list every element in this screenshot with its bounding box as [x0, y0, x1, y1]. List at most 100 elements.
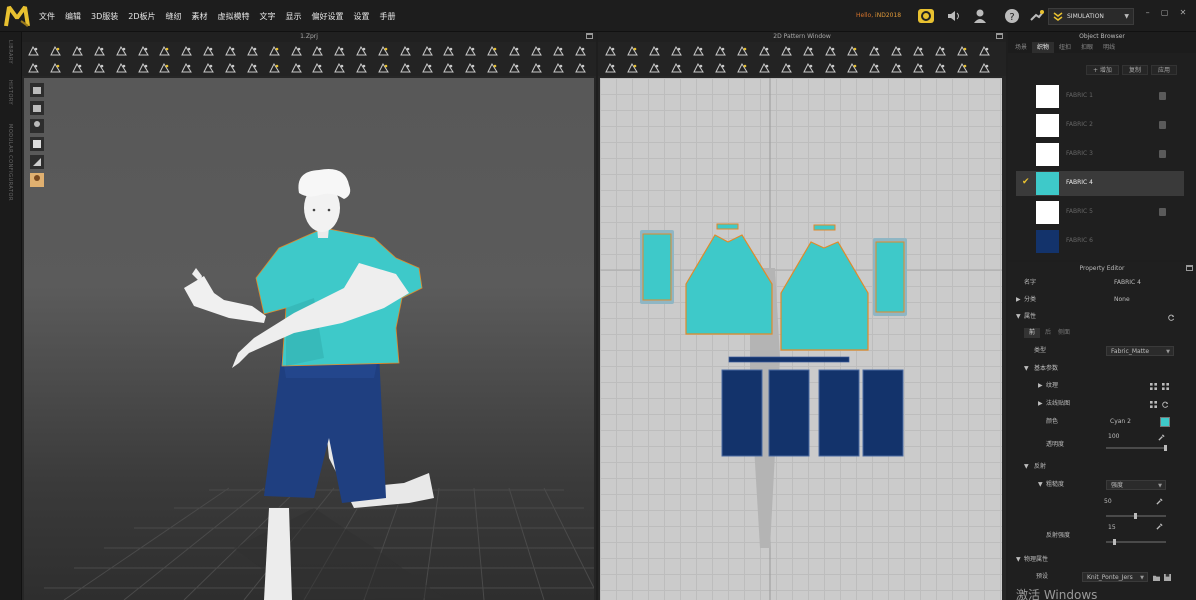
2d-tool-icon[interactable] — [978, 62, 990, 73]
2d-tool-icon[interactable] — [626, 45, 638, 56]
3d-tool-icon[interactable] — [159, 45, 171, 56]
fabric-row[interactable]: FABRIC 5 — [1016, 200, 1184, 225]
2d-tool-icon[interactable] — [978, 45, 990, 56]
3d-tool-icon[interactable] — [181, 45, 193, 56]
reflect-strength-value[interactable]: 15 — [1108, 521, 1116, 535]
name-value[interactable]: FABRIC 4 — [1114, 276, 1141, 290]
menu-item-3[interactable]: 2D板片 — [123, 11, 160, 22]
3d-tool-icon[interactable] — [378, 45, 390, 56]
fabric-row[interactable]: FABRIC 1 — [1016, 84, 1184, 109]
3d-tool-icon[interactable] — [225, 45, 237, 56]
3d-tool-icon[interactable] — [356, 62, 368, 73]
fabric-swatch[interactable] — [1036, 143, 1059, 166]
2d-tool-icon[interactable] — [824, 45, 836, 56]
fabric-swatch[interactable] — [1036, 85, 1059, 108]
type-select[interactable]: Fabric_Matte ▼ — [1106, 346, 1174, 356]
opacity-slider-knob[interactable] — [1164, 445, 1167, 451]
fabric-swatch[interactable] — [1036, 230, 1059, 253]
2d-tool-icon[interactable] — [604, 62, 616, 73]
menu-item-8[interactable]: 显示 — [281, 11, 307, 22]
sidebar-tab-modular[interactable]: MODULAR CONFIGURATOR — [7, 124, 13, 201]
2d-tool-icon[interactable] — [890, 62, 902, 73]
roughness-slider-knob[interactable] — [1134, 513, 1137, 519]
help-icon[interactable]: ? — [1003, 7, 1021, 25]
3d-tool-icon[interactable] — [246, 45, 258, 56]
2d-tool-icon[interactable] — [802, 45, 814, 56]
apply-fabric-button[interactable]: 应用 — [1150, 65, 1177, 75]
pattern-sleeve-right[interactable] — [873, 238, 907, 316]
2d-window-expand-icon[interactable] — [996, 33, 1003, 39]
2d-tool-icon[interactable] — [692, 45, 704, 56]
physical-collapse-icon[interactable]: ▼ — [1016, 553, 1021, 567]
2d-tool-icon[interactable] — [912, 45, 924, 56]
3d-tool-icon[interactable] — [530, 62, 542, 73]
3d-tool-icon[interactable] — [356, 45, 368, 56]
menu-item-11[interactable]: 手册 — [375, 11, 401, 22]
fabric-swatch[interactable] — [1036, 172, 1059, 195]
2d-tool-icon[interactable] — [670, 45, 682, 56]
sidebar-tab-library[interactable]: LIBRARY — [7, 40, 13, 64]
2d-tool-icon[interactable] — [934, 45, 946, 56]
refresh-icon[interactable] — [1168, 314, 1175, 321]
menu-item-7[interactable]: 文字 — [255, 11, 281, 22]
fabric-row[interactable]: FABRIC 3 — [1016, 142, 1184, 167]
object-browser-tab-4[interactable]: 明线 — [1098, 42, 1120, 53]
pattern-back[interactable] — [780, 224, 869, 351]
3d-tool-icon[interactable] — [268, 45, 280, 56]
fabric-row[interactable]: FABRIC 6 — [1016, 229, 1184, 254]
3d-tool-icon[interactable] — [334, 62, 346, 73]
3d-tool-icon[interactable] — [421, 62, 433, 73]
user-icon[interactable] — [971, 7, 989, 25]
roughness-value[interactable]: 50 — [1104, 495, 1112, 509]
2d-tool-icon[interactable] — [736, 62, 748, 73]
delete-fabric-icon[interactable] — [1159, 92, 1166, 100]
2d-tool-icon[interactable] — [714, 45, 726, 56]
3d-tool-icon[interactable] — [94, 62, 106, 73]
3d-tool-icon[interactable] — [290, 62, 302, 73]
3d-tool-icon[interactable] — [443, 45, 455, 56]
2d-tool-icon[interactable] — [934, 62, 946, 73]
app-logo-icon[interactable] — [4, 3, 30, 29]
preset-select[interactable]: Knit_Ponte_Jers ▼ — [1082, 572, 1148, 582]
2d-tool-icon[interactable] — [956, 62, 968, 73]
3d-tool-icon[interactable] — [421, 45, 433, 56]
property-face-tab-0[interactable]: 前 — [1024, 328, 1040, 338]
3d-tool-icon[interactable] — [94, 45, 106, 56]
3d-tool-icon[interactable] — [509, 62, 521, 73]
property-face-tab-1[interactable]: 后 — [1040, 328, 1056, 338]
3d-tool-icon[interactable] — [225, 62, 237, 73]
3d-tool-icon[interactable] — [203, 45, 215, 56]
2d-tool-icon[interactable] — [648, 45, 660, 56]
refresh-icon[interactable] — [1162, 401, 1169, 408]
pipette-icon[interactable] — [1156, 523, 1163, 530]
2d-tool-icon[interactable] — [780, 62, 792, 73]
2d-tool-icon[interactable] — [714, 62, 726, 73]
2d-tool-icon[interactable] — [626, 62, 638, 73]
fabric-row[interactable]: ✔ FABRIC 4 — [1016, 171, 1184, 196]
2d-pattern-canvas[interactable] — [600, 78, 1002, 600]
opacity-slider[interactable] — [1106, 445, 1167, 451]
roughness-collapse-icon[interactable]: ▼ — [1038, 478, 1043, 492]
normal-grid-icon[interactable] — [1150, 401, 1157, 408]
3d-tool-icon[interactable] — [465, 62, 477, 73]
2d-tool-icon[interactable] — [780, 45, 792, 56]
pipette-icon[interactable] — [1158, 434, 1165, 441]
3d-tool-icon[interactable] — [552, 45, 564, 56]
avatar-mode-icon[interactable] — [1028, 7, 1046, 25]
3d-tool-icon[interactable] — [268, 62, 280, 73]
menu-item-5[interactable]: 素材 — [187, 11, 213, 22]
delete-fabric-icon[interactable] — [1159, 208, 1166, 216]
3d-tool-icon[interactable] — [115, 62, 127, 73]
2d-tool-icon[interactable] — [890, 45, 902, 56]
texture-expand-icon[interactable]: ▶ — [1038, 379, 1043, 393]
3d-tool-icon[interactable] — [509, 45, 521, 56]
fabric-swatch[interactable] — [1036, 114, 1059, 137]
3d-tool-icon[interactable] — [290, 45, 302, 56]
3d-tool-icon[interactable] — [72, 62, 84, 73]
roughness-slider[interactable] — [1106, 513, 1166, 519]
sound-icon[interactable] — [945, 7, 963, 25]
maximize-icon[interactable]: ▢ — [1161, 8, 1169, 24]
pattern-front[interactable] — [685, 223, 773, 335]
2d-tool-icon[interactable] — [802, 62, 814, 73]
pipette-icon[interactable] — [1156, 498, 1163, 505]
